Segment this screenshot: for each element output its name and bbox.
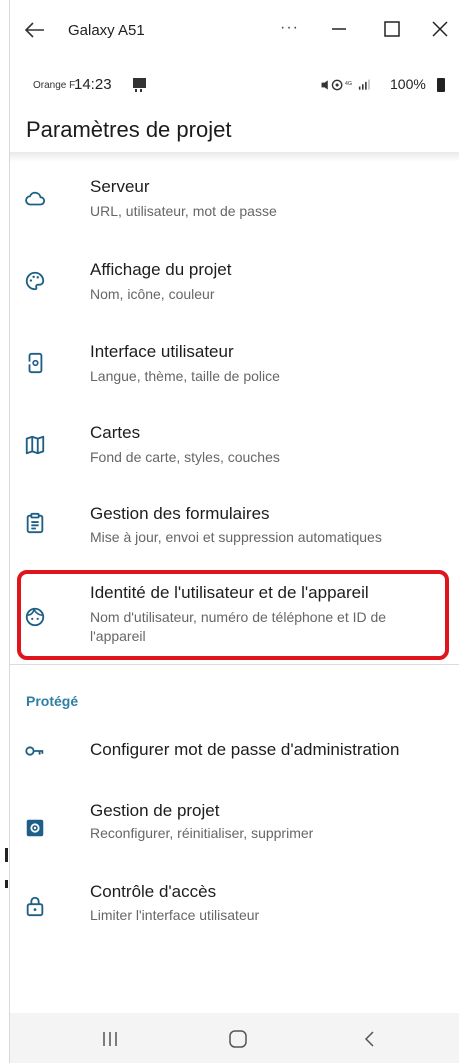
- item-subtitle: Reconfigurer, réinitialiser, supprimer: [90, 825, 314, 841]
- section-header-protege: Protégé: [26, 693, 79, 709]
- notification-icon: [133, 78, 146, 92]
- settings-item-admin-password[interactable]: Configurer mot de passe d'administration: [10, 720, 459, 782]
- lock-icon: [26, 896, 44, 917]
- window-left-edge: [0, 0, 10, 1063]
- item-title: Gestion des formulaires: [90, 504, 270, 523]
- item-title: Interface utilisateur: [90, 342, 234, 361]
- highlight-box: [17, 570, 449, 660]
- app-bar-shadow: [10, 152, 459, 162]
- settings-item-serveur[interactable]: Serveur URL, utilisateur, mot de passe: [10, 162, 459, 242]
- item-title: Contrôle d'accès: [90, 882, 217, 901]
- page-title: Paramètres de projet: [26, 117, 232, 142]
- settings-item-gestion-projet[interactable]: Gestion de projet Reconfigurer, réinitia…: [10, 790, 459, 870]
- recent-apps-icon[interactable]: [98, 1029, 122, 1049]
- item-subtitle: URL, utilisateur, mot de passe: [90, 203, 277, 219]
- app-bar: Paramètres de projet: [10, 104, 459, 156]
- phone-settings-icon: [26, 352, 43, 374]
- side-marker: [5, 880, 8, 888]
- item-subtitle: Fond de carte, styles, couches: [90, 449, 280, 465]
- battery-level: 100%: [390, 76, 426, 92]
- battery-icon: [437, 78, 445, 92]
- svg-text:4G: 4G: [345, 81, 352, 87]
- settings-item-affichage[interactable]: Affichage du projet Nom, icône, couleur: [10, 245, 459, 325]
- device-window: Galaxy A51 ··· Orange F 14:23 4G 100% Pa…: [0, 0, 459, 1063]
- more-options-icon[interactable]: ···: [280, 19, 299, 37]
- back-nav-icon[interactable]: [358, 1029, 382, 1049]
- status-icons: 4G: [321, 79, 370, 91]
- clock: 14:23: [74, 76, 112, 93]
- item-title: Gestion de projet: [90, 801, 220, 820]
- palette-icon: [25, 271, 45, 291]
- item-subtitle: Limiter l'interface utilisateur: [90, 907, 260, 923]
- map-icon: [25, 435, 45, 455]
- window-titlebar: Galaxy A51 ···: [10, 0, 459, 62]
- back-arrow-icon[interactable]: [24, 18, 46, 42]
- minimize-icon[interactable]: [332, 19, 346, 39]
- side-marker: [5, 848, 8, 862]
- settings-item-formulaires[interactable]: Gestion des formulaires Mise à jour, env…: [10, 490, 459, 570]
- maximize-icon[interactable]: [382, 19, 402, 39]
- section-divider: [10, 664, 459, 665]
- cloud-icon: [25, 191, 46, 206]
- settings-item-cartes[interactable]: Cartes Fond de carte, styles, couches: [10, 408, 459, 488]
- clipboard-icon: [26, 512, 44, 534]
- key-icon: [25, 746, 44, 756]
- home-icon[interactable]: [226, 1029, 250, 1049]
- settings-box-icon: [26, 819, 44, 837]
- window-title: Galaxy A51: [68, 22, 145, 39]
- status-bar: Orange F 14:23 4G 100%: [10, 62, 459, 104]
- item-title: Affichage du projet: [90, 260, 232, 279]
- item-subtitle: Nom, icône, couleur: [90, 286, 215, 302]
- item-subtitle: Mise à jour, envoi et suppression automa…: [90, 529, 382, 545]
- carrier-label: Orange F: [33, 80, 76, 91]
- item-title: Serveur: [90, 177, 150, 196]
- settings-item-interface[interactable]: Interface utilisateur Langue, thème, tai…: [10, 327, 459, 407]
- close-icon[interactable]: [430, 19, 450, 39]
- settings-item-controle-acces[interactable]: Contrôle d'accès Limiter l'interface uti…: [10, 872, 459, 952]
- navigation-bar: [10, 1013, 459, 1063]
- item-title: Configurer mot de passe d'administration: [90, 740, 400, 759]
- item-title: Cartes: [90, 423, 141, 442]
- item-subtitle: Langue, thème, taille de police: [90, 368, 280, 384]
